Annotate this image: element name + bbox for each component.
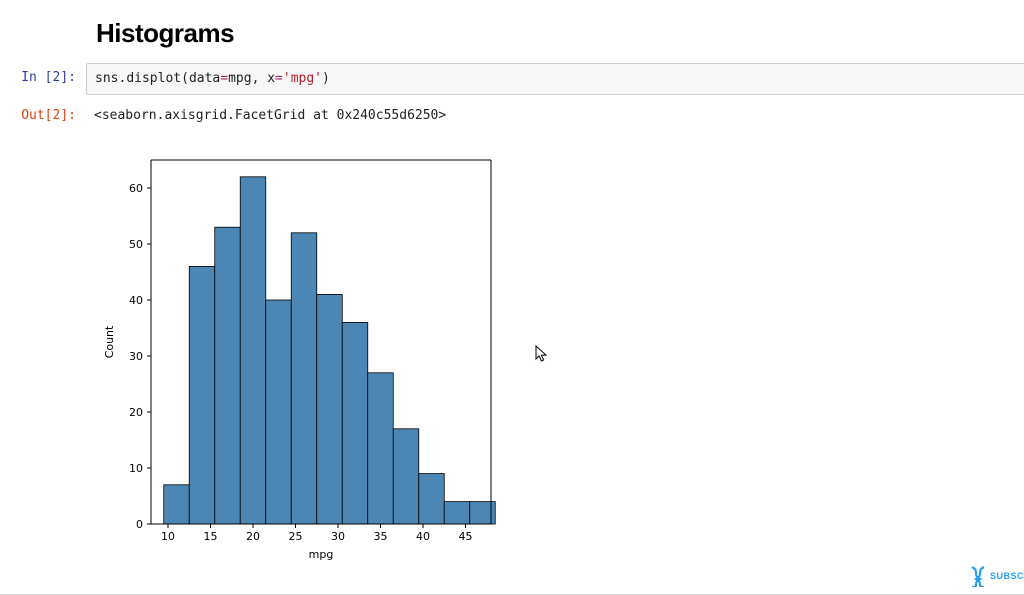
y-tick-label: 30 [129,350,143,363]
y-tick-label: 50 [129,238,143,251]
x-tick-label: 45 [459,530,473,543]
input-cell-row: In [2]: sns.displot(data=mpg, x='mpg') [0,63,1024,95]
histogram-bar [291,233,317,524]
y-axis-label: Count [103,325,116,358]
x-tick-label: 25 [289,530,303,543]
histogram-bar [215,227,241,524]
page-title: Histograms [96,18,1024,49]
input-prompt-label: In [2]: [0,63,86,88]
histogram-bar [368,373,394,524]
watermark-text: SUBSC [990,571,1024,581]
x-tick-label: 35 [374,530,388,543]
histogram-bar [444,502,470,524]
x-tick-label: 10 [161,530,175,543]
histogram-bar [393,429,419,524]
y-tick-label: 40 [129,294,143,307]
output-cell-row: Out[2]: <seaborn.axisgrid.FacetGrid at 0… [0,101,1024,131]
x-tick-label: 40 [416,530,430,543]
y-tick-label: 0 [136,518,143,531]
x-tick-label: 15 [204,530,218,543]
histogram-bar [342,322,368,524]
histogram-bar [419,474,445,524]
histogram-bar [240,177,266,524]
histogram-bar [189,266,215,524]
y-tick-label: 20 [129,406,143,419]
code-input-area[interactable]: sns.displot(data=mpg, x='mpg') [86,63,1024,95]
histogram-bar [164,485,190,524]
histogram-bar [266,300,292,524]
y-tick-label: 10 [129,462,143,475]
output-prompt-label: Out[2]: [0,101,86,126]
watermark-badge: SUBSC [968,565,1024,587]
x-axis-label: mpg [309,548,334,561]
helix-icon [968,565,988,587]
y-tick-label: 60 [129,182,143,195]
x-tick-label: 20 [246,530,260,543]
histogram-bar [317,294,343,524]
x-tick-label: 30 [331,530,345,543]
output-repr-text: <seaborn.axisgrid.FacetGrid at 0x240c55d… [86,101,1024,131]
histogram-plot: 0 10 20 30 40 50 60 10 15 20 25 30 35 40 45 mpg Count [96,140,1024,572]
